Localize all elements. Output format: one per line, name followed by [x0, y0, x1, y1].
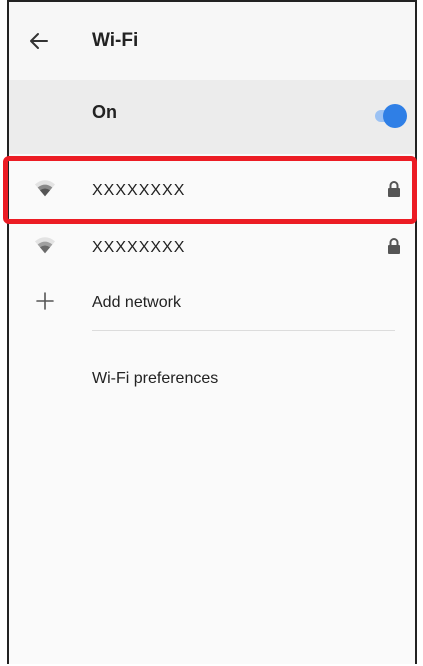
wifi-toggle[interactable]: [375, 104, 407, 128]
highlight-box: [3, 156, 417, 224]
wifi-preferences-label: Wi-Fi preferences: [92, 370, 219, 387]
phone-screen: Wi-Fi On XXXXXXXX XXXXXXXX Add network W…: [3, 0, 417, 664]
arrow-left-icon[interactable]: [27, 29, 51, 53]
add-network-item[interactable]: Add network: [9, 274, 415, 334]
app-bar: Wi-Fi: [9, 2, 415, 81]
page-title: Wi-Fi: [92, 30, 139, 51]
network-name: XXXXXXXX: [92, 239, 186, 256]
lock-icon: [388, 238, 400, 254]
wifi-preferences-item[interactable]: Wi-Fi preferences: [9, 352, 415, 412]
divider: [92, 330, 395, 331]
wifi-master-switch-row[interactable]: On: [9, 80, 415, 154]
add-network-label: Add network: [92, 294, 181, 311]
plus-icon: [36, 292, 54, 310]
network-item[interactable]: XXXXXXXX: [9, 217, 415, 279]
wifi-icon: [34, 237, 56, 254]
toggle-thumb: [383, 104, 407, 128]
master-switch-label: On: [92, 102, 117, 122]
